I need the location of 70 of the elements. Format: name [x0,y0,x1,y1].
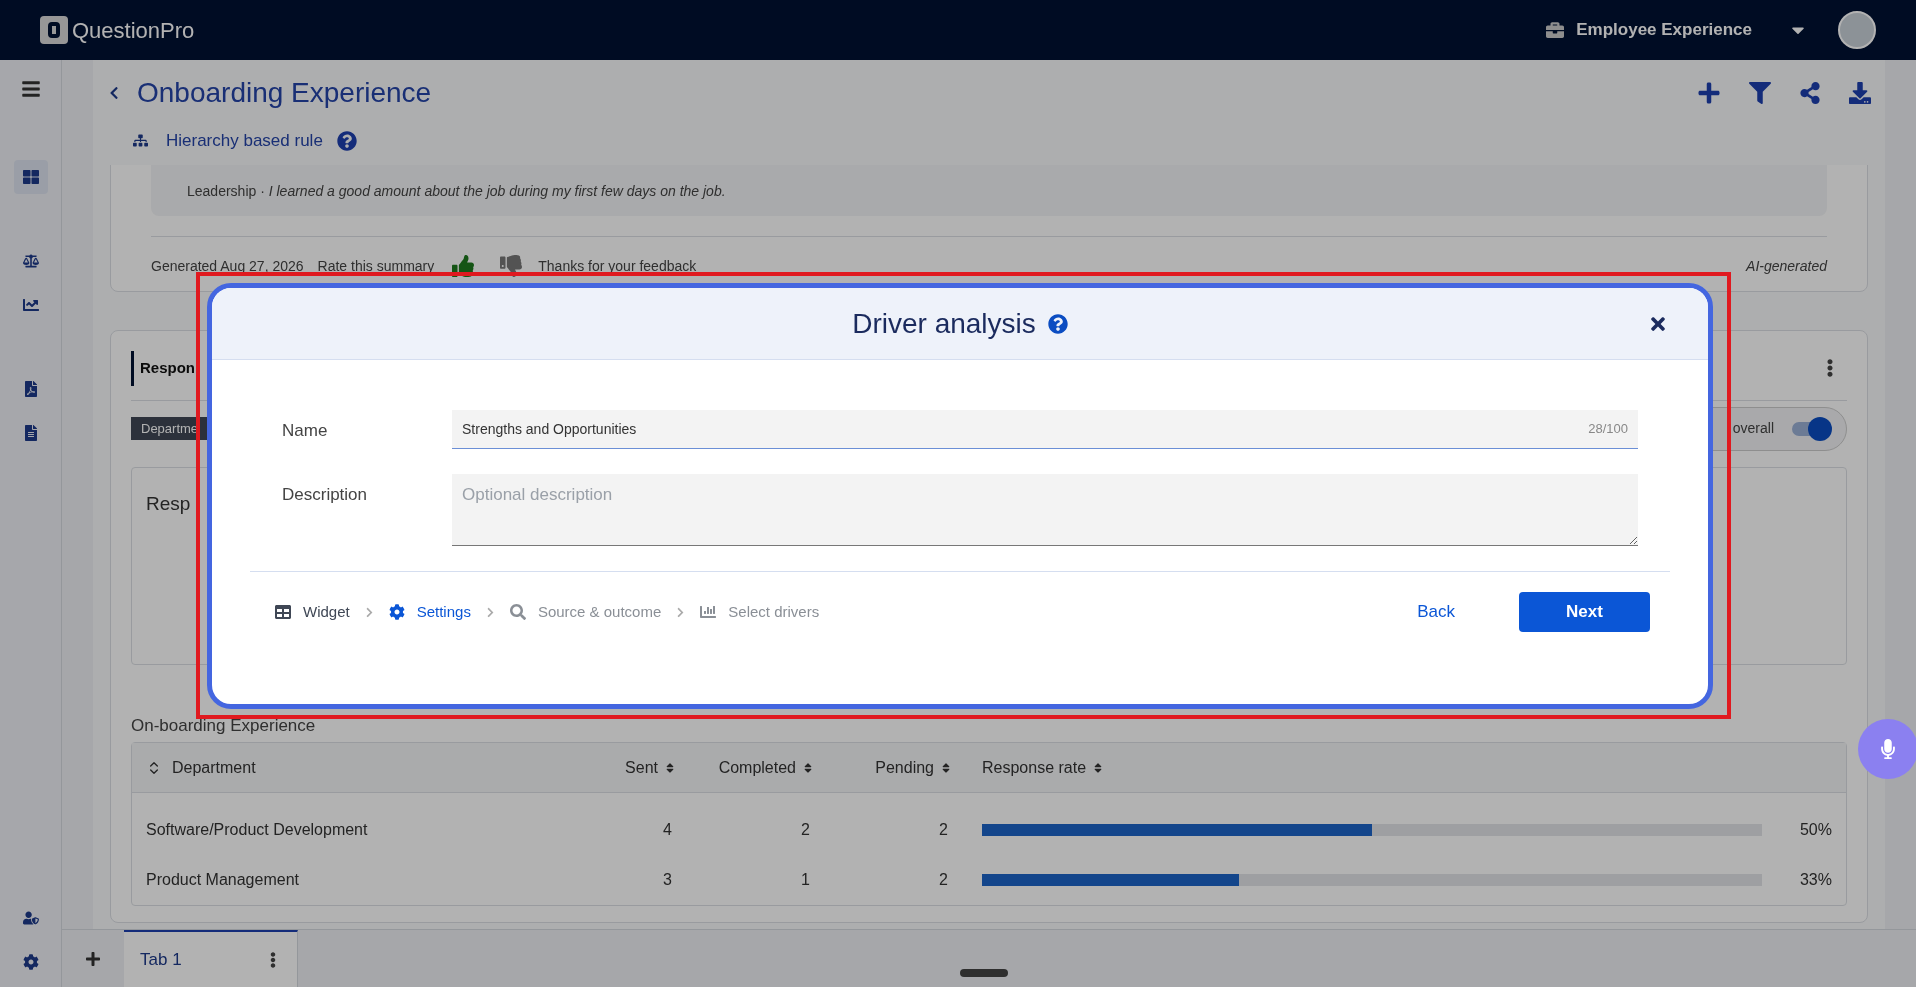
back-button[interactable]: Back [1407,599,1465,625]
dialog-title: Driver analysis [852,306,1036,341]
thumbs-down-icon[interactable] [500,255,523,277]
feedback-text: Thanks for your feedback [538,256,697,276]
bar-chart-icon [700,604,717,620]
page-title: Onboarding Experience [137,76,432,110]
department-chip[interactable]: Departme [131,416,209,441]
share-icon[interactable] [1799,82,1821,104]
column-header[interactable]: Sent [546,755,676,780]
sort-icon [802,761,814,774]
column-header[interactable]: Department [146,755,546,780]
brand-logo-icon [40,16,68,44]
table-cell-text: 1 [800,870,811,890]
settings-icon [388,604,405,620]
table-cell-text: 4 [662,820,673,840]
panel-title: Resp [146,492,191,514]
dashboard-icon [22,169,39,185]
table-cell-text: Product Management [146,870,300,890]
table-icon [275,604,291,620]
rate-label: Rate this summary [317,256,435,276]
quote-text: Leadership · I learned a good amount about the job during my first few days on the job. [187,182,726,201]
sort-icon [940,761,952,774]
document-icon [22,425,39,441]
next-button[interactable]: Next [1519,592,1650,632]
scale-icon [22,253,39,269]
column-header[interactable]: Response rate [982,755,1105,780]
microphone-icon [1878,739,1898,759]
column-header[interactable]: Pending [814,755,952,780]
avatar[interactable] [1838,11,1876,49]
section-title: Respon [131,351,195,386]
table-cell-text: 2 [938,870,949,890]
description-field[interactable]: Optional description [452,474,1638,546]
field-label: Description [282,484,369,506]
briefcase-icon [1546,21,1565,39]
sidebar-item[interactable] [13,160,48,194]
name-field[interactable]: Strengths and Opportunities 28/100 [452,410,1638,449]
table-cell-text: 2 [938,820,949,840]
menu-icon [20,79,41,99]
hierarchy-rule-link[interactable]: Hierarchy based rule [166,128,323,154]
user-shield-icon [22,910,39,926]
sort-icon [664,761,676,774]
table-cell-text: 33% [1798,870,1832,890]
thumbs-up-icon[interactable] [452,255,475,277]
table-title: On-boarding Experience [131,714,317,737]
wizard-step[interactable]: Widget [275,600,350,624]
field-label: Name [282,420,329,442]
table-cell-text: 3 [662,870,673,890]
ai-label: AI-generated [1746,256,1827,276]
table-cell-text: 2 [800,820,811,840]
add-icon[interactable] [1697,81,1721,105]
filter-icon[interactable] [1749,82,1771,104]
drag-handle[interactable] [960,969,1008,977]
character-counter: 28/100 [1588,420,1628,439]
toggle-label: overall [1732,419,1774,438]
table-cell-text: Software/Product Development [146,820,369,840]
line-chart-icon [22,297,39,313]
table-cell-text: 50% [1798,820,1832,840]
tab[interactable]: Tab 1 [124,930,298,987]
hierarchy-icon [133,133,148,149]
help-icon[interactable] [1047,313,1068,334]
help-icon[interactable] [336,130,357,151]
brand-name: QuestionPro [72,16,195,45]
search-icon [509,604,526,620]
pdf-icon [22,381,39,397]
column-header[interactable]: Completed [676,755,814,780]
download-icon[interactable] [1849,82,1871,104]
settings-icon [22,954,39,970]
add-icon [85,950,101,967]
product-name[interactable]: Employee Experience [1576,17,1752,43]
wizard-step[interactable]: Settings [388,600,471,624]
